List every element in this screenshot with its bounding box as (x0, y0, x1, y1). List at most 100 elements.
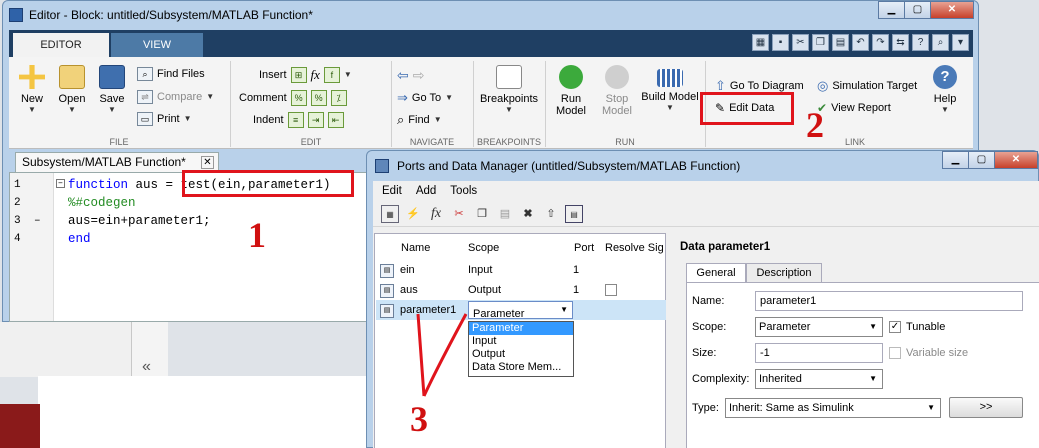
cut-icon[interactable]: ✂ (450, 205, 468, 223)
resolve-signal-checkbox[interactable] (605, 284, 617, 296)
run-model-button[interactable]: Run Model (551, 65, 591, 117)
maximize-icon[interactable]: ▢ (968, 151, 995, 169)
paste-icon[interactable]: ▤ (832, 34, 849, 51)
delete-icon[interactable]: ✖ (519, 205, 537, 223)
minimize-icon[interactable]: ▁ (942, 151, 969, 169)
save-button[interactable]: Save ▼ (95, 65, 129, 115)
find-files-button[interactable]: ⌕ Find Files (137, 67, 205, 81)
stop-model-button[interactable]: Stop Model (597, 65, 637, 117)
size-label: Size: (692, 347, 717, 359)
help-button[interactable]: ? Help ▼ (927, 65, 963, 115)
forward-icon[interactable]: ⇨ (413, 67, 425, 84)
cut-icon[interactable]: ✂ (792, 34, 809, 51)
editor-window-controls: ▁ ▢ ✕ (878, 1, 974, 19)
comment-button[interactable]: Comment%% ⁒ (239, 90, 347, 106)
search-icon[interactable]: ⌕ (932, 34, 949, 51)
dropdown-option[interactable]: Output (469, 348, 573, 361)
go-to-label: Go To (411, 92, 442, 104)
up-icon[interactable]: ⇧ (542, 205, 560, 223)
save-icon[interactable]: ▪ (772, 34, 789, 51)
column-header-resolve[interactable]: Resolve Sig (605, 242, 664, 254)
tab-editor[interactable]: EDITOR (13, 33, 109, 57)
close-icon[interactable]: ✕ (994, 151, 1038, 169)
open-button[interactable]: Open ▼ (55, 65, 89, 115)
menu-edit[interactable]: Edit (382, 185, 402, 197)
menu-add[interactable]: Add (416, 185, 436, 197)
type-select[interactable]: Inherit: Same as Simulink ▼ (725, 398, 941, 418)
document-tab-label: Subsystem/MATLAB Function* (22, 155, 186, 169)
copy-icon[interactable]: ❐ (812, 34, 829, 51)
build-model-button[interactable]: Build Model ▼ (641, 65, 699, 113)
data-type-assistant-button[interactable]: >> (949, 397, 1023, 418)
undo-icon[interactable]: ↶ (852, 34, 869, 51)
line-gutter: 1 2 3 – 4 (10, 173, 54, 321)
section-breakpoints: BREAKPOINTS (476, 137, 541, 147)
run-icon (559, 65, 583, 89)
redo-icon[interactable]: ↷ (872, 34, 889, 51)
section-simulink: LINK (844, 137, 865, 147)
dropdown-option[interactable]: Data Store Mem... (469, 361, 573, 374)
minimize-icon[interactable]: ▁ (878, 1, 905, 19)
line-number: 3 (14, 215, 21, 227)
view-report-label: View Report (831, 102, 891, 114)
layout-icon[interactable]: ▦ (752, 34, 769, 51)
tab-general[interactable]: General (686, 263, 746, 283)
paste-icon[interactable]: ▤ (496, 205, 514, 223)
column-header-scope[interactable]: Scope (468, 242, 499, 254)
name-field[interactable]: parameter1 (755, 291, 1023, 311)
compare-icon: ⇌ (137, 90, 153, 104)
section-edit: EDIT (300, 137, 322, 147)
scope-label: Scope: (692, 321, 727, 333)
add-data-icon[interactable]: ▦ (381, 204, 399, 223)
breakpoints-button[interactable]: Breakpoints ▼ (475, 65, 543, 115)
collapse-icon[interactable]: « (142, 358, 151, 376)
options-icon[interactable]: ▾ (952, 34, 969, 51)
fold-icon[interactable]: – (56, 179, 65, 188)
close-icon[interactable]: ✕ (930, 1, 974, 19)
editor-app-icon (9, 8, 23, 22)
add-event-icon[interactable]: ⚡ (404, 205, 422, 223)
go-to-button[interactable]: ⇒ Go To ▼ (397, 90, 453, 106)
maximize-icon[interactable]: ▢ (904, 1, 931, 19)
dropdown-option[interactable]: Parameter (469, 322, 573, 335)
scope-dropdown[interactable]: Parameter ▼ (468, 301, 573, 320)
print-button[interactable]: ▭ Print ▼ (137, 112, 192, 126)
simulation-target-button[interactable]: ◎ Simulation Target (817, 78, 917, 94)
view-report-button[interactable]: ✔ View Report (817, 101, 891, 115)
tunable-checkbox[interactable]: ✓ (889, 321, 901, 333)
tab-view[interactable]: VIEW (111, 33, 203, 57)
tab-description[interactable]: Description (746, 263, 822, 283)
menu-tools[interactable]: Tools (450, 185, 477, 197)
back-forward-buttons[interactable]: ⇦ ⇨ (397, 67, 424, 84)
table-row[interactable]: ▤ ein Input 1 (376, 260, 666, 280)
table-row[interactable]: ▤ aus Output 1 (376, 280, 666, 300)
insert-button[interactable]: Insert ⊞ fx f ▼ (259, 67, 352, 83)
line-number: 4 (14, 233, 21, 245)
annotation-number-3: 3 (410, 399, 428, 439)
variable-size-checkbox[interactable] (889, 347, 901, 359)
help-icon[interactable]: ? (912, 34, 929, 51)
find-button[interactable]: ⌕ Find ▼ (397, 112, 442, 128)
fx-icon[interactable]: fx (427, 205, 445, 223)
breakpoints-label: Breakpoints (479, 93, 539, 105)
document-tab[interactable]: Subsystem/MATLAB Function* ✕ (15, 152, 219, 172)
model-explorer-icon[interactable]: ▤ (565, 204, 583, 223)
close-tab-icon[interactable]: ✕ (201, 156, 214, 169)
help-icon: ? (933, 65, 957, 89)
go-to-diagram-label: Go To Diagram (729, 80, 804, 92)
complexity-select-value: Inherited (759, 373, 802, 385)
column-header-name[interactable]: Name (401, 242, 430, 254)
column-header-port[interactable]: Port (574, 242, 594, 254)
compare-button[interactable]: ⇌ Compare ▼ (137, 90, 214, 104)
complexity-select[interactable]: Inherited ▼ (755, 369, 883, 389)
dropdown-option[interactable]: Input (469, 335, 573, 348)
row-scope: Input (468, 264, 493, 276)
back-icon[interactable]: ⇦ (397, 67, 409, 84)
switch-windows-icon[interactable]: ⇆ (892, 34, 909, 51)
indent-button[interactable]: Indent ≡ ⇥ ⇤ (253, 112, 344, 128)
print-label: Print (157, 113, 180, 125)
new-button[interactable]: New ▼ (15, 65, 49, 115)
scope-select[interactable]: Parameter ▼ (755, 317, 883, 337)
size-field[interactable]: -1 (755, 343, 883, 363)
copy-icon[interactable]: ❐ (473, 205, 491, 223)
